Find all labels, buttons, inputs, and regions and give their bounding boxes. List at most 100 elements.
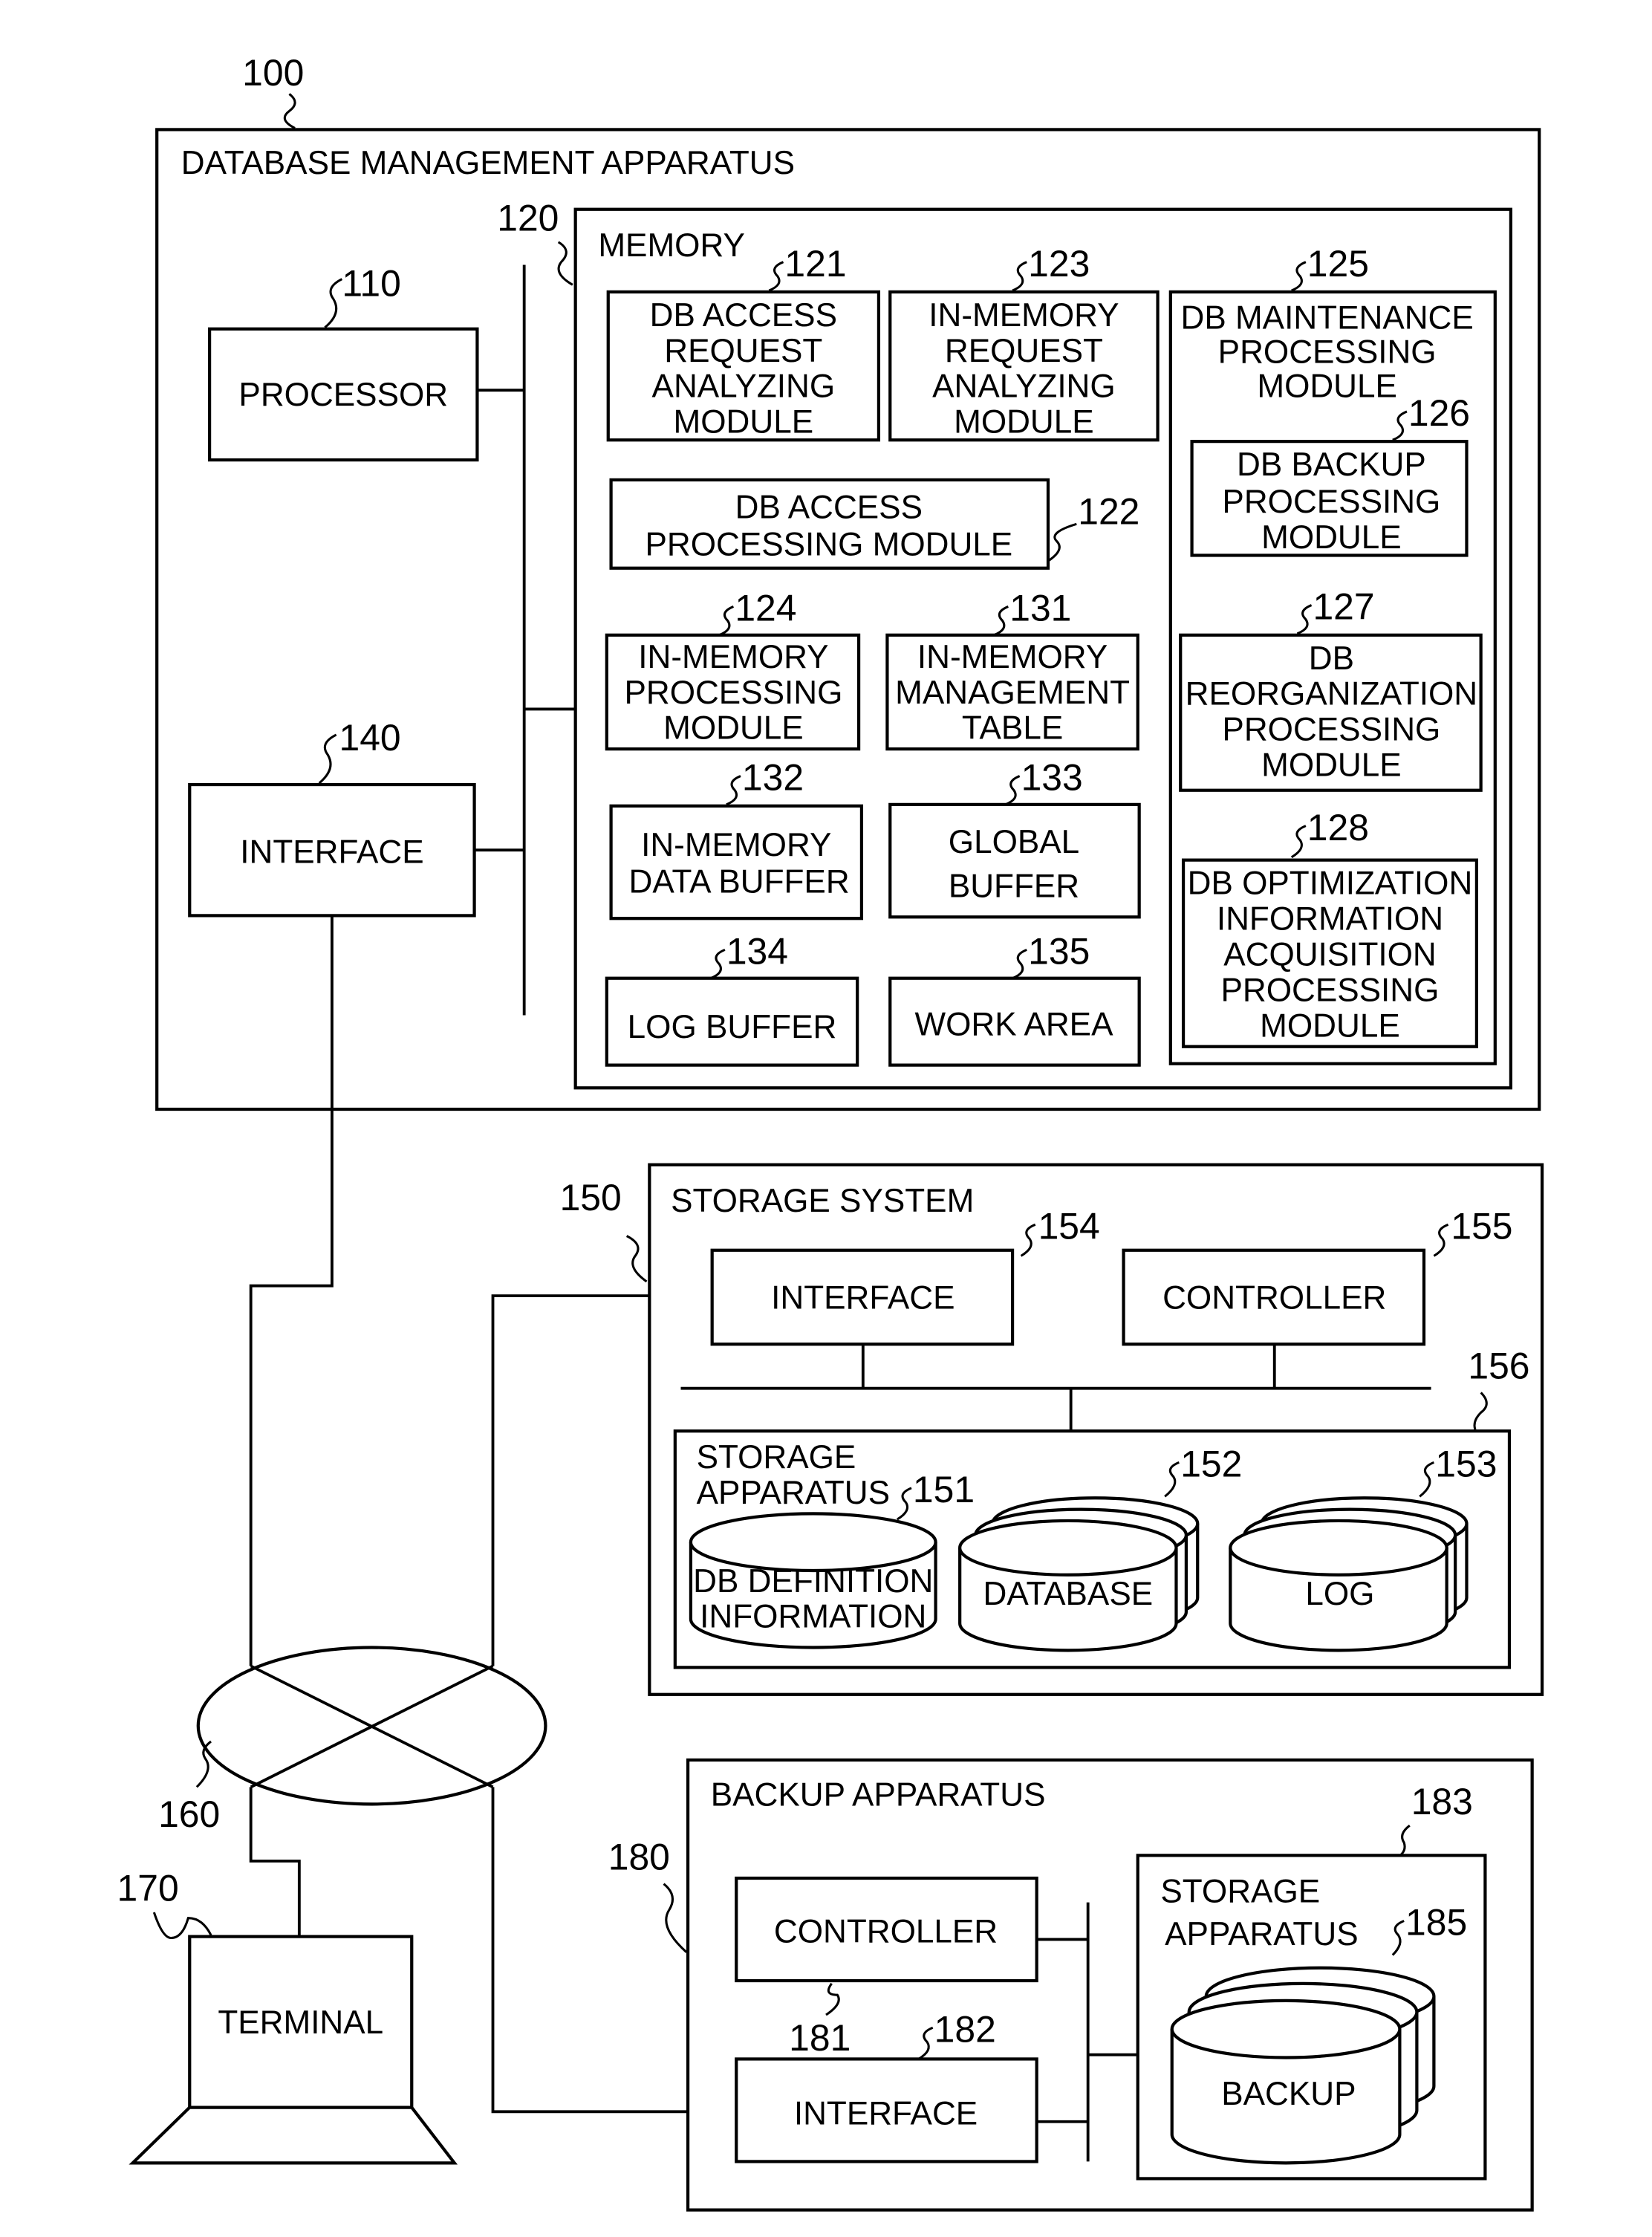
ref-140: 140: [339, 717, 401, 759]
buffer-133-line-1: GLOBAL: [949, 824, 1079, 860]
ref-183: 183: [1411, 1781, 1473, 1822]
ref-121: 121: [784, 243, 846, 285]
backup-storage-apparatus-line-2: APPARATUS: [1165, 1916, 1358, 1952]
network-160: 160: [158, 1646, 547, 1835]
module-122-line-1: DB ACCESS: [735, 490, 923, 526]
ref-152: 152: [1180, 1444, 1242, 1485]
module-126-line-3: MODULE: [1261, 519, 1402, 556]
db-definition-line-2: INFORMATION: [700, 1599, 926, 1635]
ref-135: 135: [1028, 931, 1090, 973]
ref-153: 153: [1435, 1444, 1497, 1485]
system-block-diagram: 100 DATABASE MANAGEMENT APPARATUS 110 PR…: [117, 52, 1544, 2212]
ref-180: 180: [608, 1837, 670, 1878]
storage-system-150: 150 STORAGE SYSTEM 154 INTERFACE 155 CON…: [560, 1163, 1544, 1696]
module-123-line-3: ANALYZING: [932, 368, 1116, 405]
processor-label: PROCESSOR: [238, 377, 448, 413]
ref-120: 120: [497, 197, 559, 238]
module-121-line-2: REQUEST: [664, 333, 822, 369]
ref-110: 110: [342, 263, 400, 305]
module-124-line-3: MODULE: [663, 710, 804, 747]
module-127-line-2: REORGANIZATION: [1186, 676, 1477, 712]
module-127-line-1: DB: [1309, 640, 1354, 677]
dbms-title: DATABASE MANAGEMENT APPARATUS: [181, 145, 795, 181]
table-131-line-1: IN-MEMORY: [917, 639, 1108, 675]
ref-124: 124: [735, 588, 796, 629]
buffer-132-line-2: DATA BUFFER: [629, 864, 850, 900]
module-123-line-2: REQUEST: [945, 333, 1103, 369]
database-management-apparatus: 100 DATABASE MANAGEMENT APPARATUS 110 PR…: [155, 52, 1541, 1111]
ref-150: 150: [560, 1177, 622, 1218]
buffer-133-line-2: BUFFER: [949, 868, 1079, 904]
leader-100: [283, 93, 296, 129]
ref-134: 134: [726, 931, 788, 973]
database-cylinder-front-top: [958, 1519, 1178, 1577]
module-128-line-1: DB OPTIMIZATION: [1188, 866, 1473, 902]
db-maintenance-processing-module: 125 DB MAINTENANCE PROCESSING MODULE 126…: [1168, 243, 1497, 1065]
module-126-line-2: PROCESSING: [1222, 484, 1440, 520]
leader-170: [152, 1912, 212, 1940]
ref-154: 154: [1038, 1205, 1100, 1247]
ref-125: 125: [1307, 243, 1369, 285]
backup-cylinder-front-top: [1170, 1999, 1402, 2059]
module-122-line-2: PROCESSING MODULE: [645, 526, 1012, 562]
work-area-label: WORK AREA: [915, 1006, 1114, 1042]
ref-128: 128: [1307, 807, 1369, 848]
ref-155: 155: [1451, 1205, 1512, 1247]
ref-182: 182: [934, 2008, 996, 2050]
module-121-line-4: MODULE: [674, 404, 814, 441]
module-123-line-4: MODULE: [954, 404, 1094, 441]
backup-volume-label: BACKUP: [1221, 2076, 1356, 2112]
ref-181: 181: [789, 2017, 851, 2059]
storage-controller-label: CONTROLLER: [1162, 1279, 1386, 1316]
database-label: DATABASE: [983, 1576, 1154, 1612]
table-131-line-3: TABLE: [962, 710, 1063, 747]
storage-apparatus-line-1: STORAGE: [697, 1439, 856, 1475]
ref-185: 185: [1405, 1902, 1467, 1944]
log-cylinder-front-top: [1229, 1519, 1448, 1577]
log-label: LOG: [1305, 1576, 1374, 1612]
ref-160: 160: [158, 1793, 220, 1835]
ref-133: 133: [1021, 757, 1083, 799]
ref-122: 122: [1078, 490, 1139, 532]
backup-storage-apparatus-line-1: STORAGE: [1160, 1874, 1320, 1910]
backup-apparatus-title: BACKUP APPARATUS: [711, 1776, 1046, 1813]
module-125-line-1: DB MAINTENANCE: [1180, 300, 1473, 337]
module-123-line-1: IN-MEMORY: [929, 297, 1119, 334]
module-128-line-3: ACQUISITION: [1223, 936, 1437, 973]
ref-123: 123: [1028, 243, 1090, 285]
ref-126: 126: [1408, 392, 1470, 434]
ref-170: 170: [117, 1868, 179, 1909]
db-definition-line-1: DB DEFINITION: [693, 1563, 933, 1600]
ref-132: 132: [742, 757, 804, 799]
module-125-line-2: PROCESSING: [1218, 334, 1437, 371]
memory-title: MEMORY: [598, 227, 745, 264]
backup-interface-label: INTERFACE: [794, 2096, 978, 2132]
backup-apparatus-180: 180 BACKUP APPARATUS CONTROLLER 181 182 …: [608, 1758, 1534, 2212]
db-definition-cylinder-top: [689, 1512, 937, 1573]
memory-block: 120 MEMORY 121 DB ACCESS REQUEST ANALYZI…: [497, 197, 1512, 1090]
module-128-line-5: MODULE: [1260, 1007, 1400, 1044]
storage-apparatus-line-2: APPARATUS: [697, 1475, 890, 1511]
terminal-base: [129, 2105, 458, 2165]
module-124-line-1: IN-MEMORY: [638, 639, 828, 675]
leader-180: [663, 1883, 688, 1953]
module-124-line-2: PROCESSING: [624, 675, 842, 711]
ref-127: 127: [1313, 586, 1374, 628]
dbms-interface-label: INTERFACE: [240, 834, 423, 870]
module-128-line-2: INFORMATION: [1217, 901, 1443, 938]
module-121-line-1: DB ACCESS: [650, 297, 837, 334]
ref-151: 151: [913, 1469, 975, 1510]
terminal-170: 170 TERMINAL: [117, 1868, 458, 2165]
storage-system-title: STORAGE SYSTEM: [671, 1183, 974, 1219]
link-network-to-terminal: [249, 1787, 301, 1937]
table-131-line-2: MANAGEMENT: [895, 675, 1130, 711]
module-126-line-1: DB BACKUP: [1237, 447, 1426, 483]
buffer-132-line-1: IN-MEMORY: [641, 827, 831, 863]
terminal-label: TERMINAL: [218, 2004, 383, 2041]
ref-100: 100: [242, 52, 304, 94]
buffer-134-label: LOG BUFFER: [628, 1009, 837, 1045]
module-127-line-4: MODULE: [1261, 747, 1402, 784]
module-127-line-3: PROCESSING: [1222, 712, 1440, 748]
ref-156: 156: [1468, 1345, 1529, 1386]
module-128-line-4: PROCESSING: [1221, 972, 1440, 1008]
